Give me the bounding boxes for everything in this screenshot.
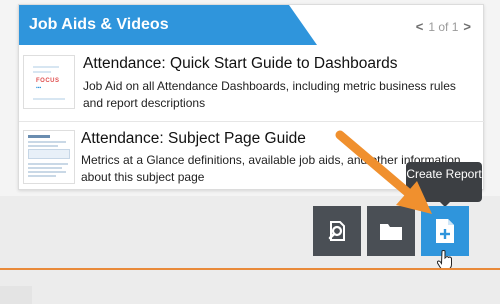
create-report-icon xyxy=(436,219,454,243)
bottom-strip xyxy=(0,286,32,304)
panel-header: Job Aids & Videos < 1 of 1 > xyxy=(19,5,485,45)
hand-cursor-icon xyxy=(437,250,452,270)
thumbnail-logo: FOCUS xyxy=(36,78,60,84)
pager: < 1 of 1 > xyxy=(416,19,471,34)
search-report-button[interactable] xyxy=(313,206,361,256)
create-report-tooltip: Create Report xyxy=(406,162,482,202)
create-report-button[interactable] xyxy=(421,206,469,256)
list-item[interactable]: FOCUS ▪▪▪ Attendance: Quick Start Guide … xyxy=(19,47,485,119)
orange-divider xyxy=(0,268,500,270)
item-description: Job Aid on all Attendance Dashboards, in… xyxy=(83,79,456,110)
pager-prev-button[interactable]: < xyxy=(416,19,424,34)
pager-text: 1 of 1 xyxy=(428,19,459,34)
magnifier-icon xyxy=(328,221,345,241)
item-title[interactable]: Attendance: Quick Start Guide to Dashboa… xyxy=(83,55,397,73)
document-thumbnail: FOCUS ▪▪▪ xyxy=(23,55,75,109)
folder-icon xyxy=(380,224,402,240)
pager-next-button[interactable]: > xyxy=(463,19,471,34)
open-folder-button[interactable] xyxy=(367,206,415,256)
panel-title: Job Aids & Videos xyxy=(29,16,169,33)
document-thumbnail xyxy=(23,130,75,184)
item-title[interactable]: Attendance: Subject Page Guide xyxy=(81,130,306,148)
